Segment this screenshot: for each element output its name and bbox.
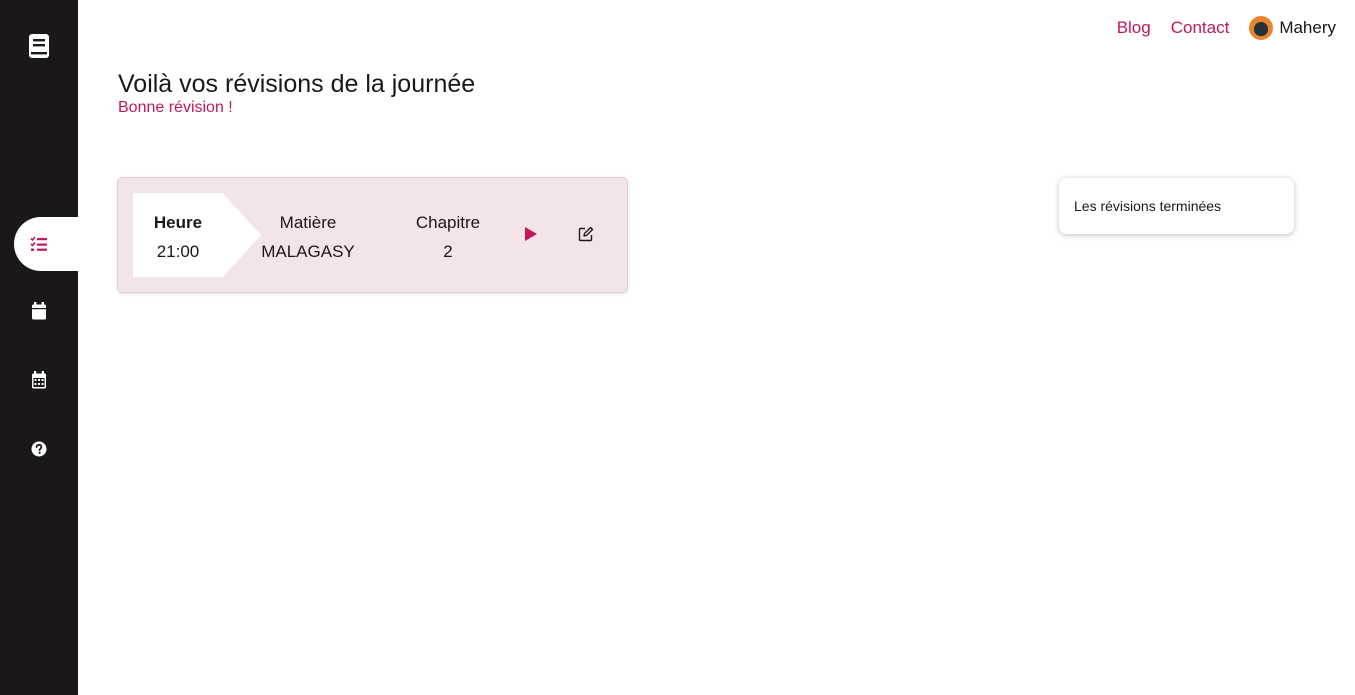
- chapter-label: Chapitre: [415, 213, 481, 232]
- top-nav: Blog Contact Mahery: [1117, 16, 1336, 40]
- user-name: Mahery: [1279, 18, 1336, 37]
- completed-revisions-label: Les révisions terminées: [1074, 198, 1222, 214]
- app-root: Blog Contact Mahery Voilà vos révisions …: [0, 0, 1355, 695]
- completed-revisions-button[interactable]: Les révisions terminées: [1059, 178, 1294, 234]
- time-value: 21:00: [156, 242, 200, 261]
- avatar: [1249, 16, 1274, 40]
- sidebar-item-home[interactable]: [0, 26, 78, 66]
- task-list-icon: [30, 236, 47, 251]
- revision-chapter: Chapitre 2: [398, 212, 498, 263]
- chapter-value: 2: [443, 242, 453, 261]
- revision-card: Heure 21:00 Matière MALAGASY Chapitre 2: [117, 177, 628, 293]
- calendar-icon: [32, 302, 46, 320]
- page-subtitle: Bonne révision !: [118, 99, 233, 116]
- revision-subject: Matière MALAGASY: [258, 212, 358, 263]
- revision-time: Heure 21:00: [133, 212, 223, 263]
- calendar-days-icon: [32, 371, 46, 389]
- book-icon: [29, 34, 49, 58]
- play-icon: [525, 227, 537, 241]
- user-menu[interactable]: Mahery: [1249, 16, 1336, 40]
- edit-icon: [578, 226, 594, 242]
- page-title: Voilà vos révisions de la journée: [118, 70, 476, 98]
- blog-link[interactable]: Blog: [1117, 18, 1151, 38]
- subject-value: MALAGASY: [261, 242, 355, 261]
- edit-revision-button[interactable]: [576, 224, 596, 244]
- start-revision-button[interactable]: [522, 224, 540, 244]
- time-label: Heure: [153, 213, 203, 232]
- sidebar-item-help[interactable]: [0, 429, 78, 469]
- contact-link[interactable]: Contact: [1171, 18, 1230, 38]
- sidebar: [0, 0, 78, 695]
- sidebar-item-revisions[interactable]: [14, 217, 78, 271]
- subject-label: Matière: [279, 213, 337, 232]
- sidebar-item-schedule[interactable]: [0, 360, 78, 400]
- sidebar-item-calendar[interactable]: [0, 291, 78, 331]
- help-icon: [31, 441, 47, 457]
